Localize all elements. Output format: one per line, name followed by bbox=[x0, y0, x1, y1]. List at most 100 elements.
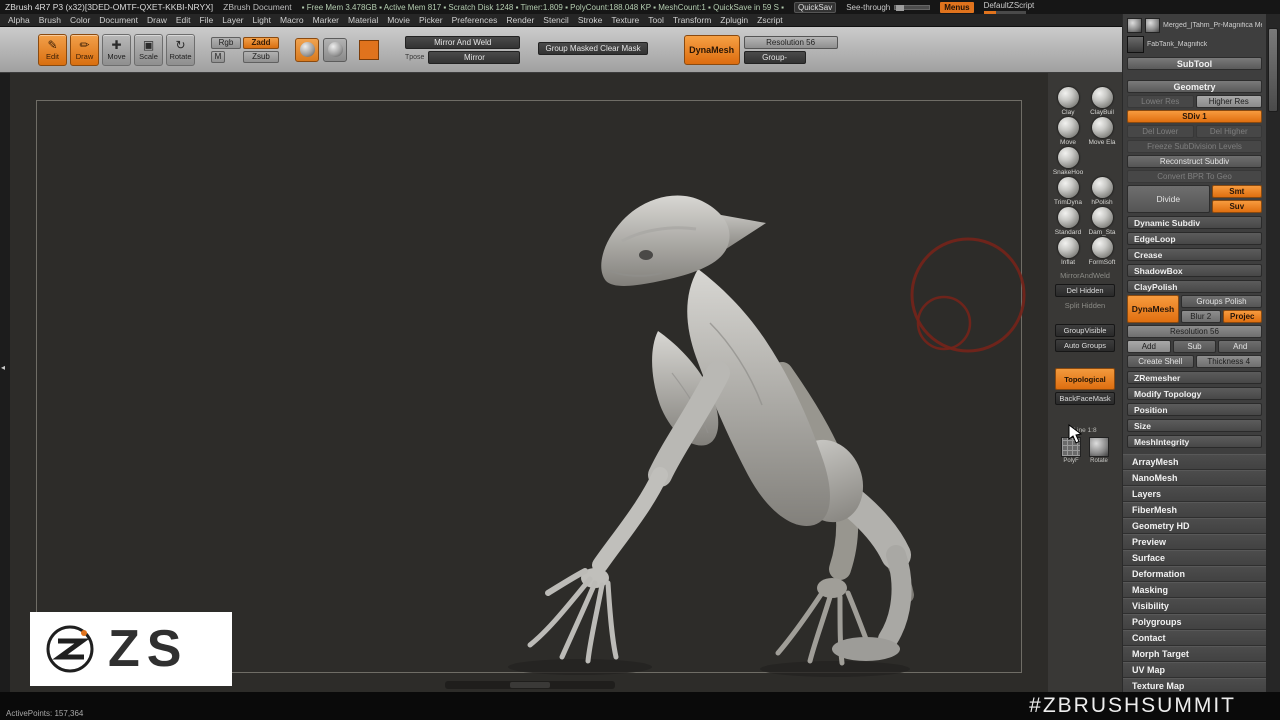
subsection-header[interactable]: ClayPolish bbox=[1127, 280, 1262, 293]
tool-thumbnail[interactable] bbox=[1127, 18, 1142, 33]
zsub-button[interactable]: Zsub bbox=[243, 50, 279, 63]
menu-item[interactable]: Movie bbox=[387, 15, 410, 25]
quicksave-button[interactable]: QuickSav bbox=[793, 1, 837, 13]
subsection-header[interactable]: Crease bbox=[1127, 248, 1262, 261]
brush-thumbnail[interactable]: Move bbox=[1053, 117, 1083, 147]
default-zscript-button[interactable]: DefaultZScript bbox=[984, 1, 1035, 10]
sub-button[interactable]: Sub bbox=[1172, 340, 1217, 353]
smt-toggle[interactable]: Smt bbox=[1211, 185, 1262, 198]
panel-scrollbar[interactable] bbox=[1266, 14, 1280, 692]
rotate-button[interactable]: ↻ Rotate bbox=[166, 33, 195, 66]
subsection-header[interactable]: Size bbox=[1127, 419, 1262, 432]
draw-button[interactable]: ✏ Draw bbox=[70, 33, 99, 66]
local-symmetry-button[interactable] bbox=[295, 37, 319, 62]
dynamesh-button[interactable]: DynaMesh bbox=[683, 34, 740, 65]
canvas-nav-bar[interactable] bbox=[445, 681, 615, 689]
menu-item[interactable]: Draw bbox=[147, 15, 167, 25]
menu-item[interactable]: Stroke bbox=[578, 15, 603, 25]
document-canvas[interactable] bbox=[10, 73, 1048, 692]
menu-item[interactable]: File bbox=[200, 15, 214, 25]
palette-section-row[interactable]: Preview bbox=[1123, 534, 1266, 550]
brush-thumbnail[interactable]: Clay bbox=[1053, 87, 1083, 117]
menu-item[interactable]: Texture bbox=[611, 15, 639, 25]
freeze-subdivision-button[interactable]: Freeze SubDivision Levels bbox=[1127, 140, 1262, 153]
subsection-header[interactable]: ZRemesher bbox=[1127, 371, 1262, 384]
convert-bpr-button[interactable]: Convert BPR To Geo bbox=[1127, 170, 1262, 183]
del-hidden-button[interactable]: Del Hidden bbox=[1055, 284, 1115, 297]
palette-section-row[interactable]: NanoMesh bbox=[1123, 470, 1266, 486]
mirror-and-weld-button[interactable]: Mirror And Weld bbox=[405, 35, 521, 49]
backface-mask-button[interactable]: BackFaceMask bbox=[1055, 392, 1115, 405]
dynamesh-resolution-slider[interactable]: Resolution 56 bbox=[1127, 325, 1262, 338]
lower-res-button[interactable]: Lower Res bbox=[1127, 95, 1194, 108]
palette-section-row[interactable]: Polygroups bbox=[1123, 614, 1266, 630]
reconstruct-subdiv-button[interactable]: Reconstruct Subdiv bbox=[1127, 155, 1262, 168]
mirror-and-weld-shelf-button[interactable]: MirrorAndWeld bbox=[1055, 269, 1115, 282]
dynamesh-palette-button[interactable]: DynaMesh bbox=[1127, 295, 1179, 323]
menu-item[interactable]: Render bbox=[506, 15, 534, 25]
blur-slider[interactable]: Blur 2 bbox=[1181, 310, 1221, 323]
palette-section-row[interactable]: Texture Map bbox=[1123, 678, 1266, 692]
canvas-nav-handle[interactable] bbox=[510, 682, 550, 688]
higher-res-button[interactable]: Higher Res bbox=[1195, 95, 1262, 108]
brush-thumbnail[interactable]: FormSoft bbox=[1087, 237, 1117, 267]
palette-section-row[interactable]: Contact bbox=[1123, 630, 1266, 646]
group-minus-button[interactable]: Group- bbox=[743, 50, 806, 64]
brush-thumbnail[interactable]: TrimDyna bbox=[1053, 177, 1083, 207]
brush-thumbnail[interactable]: ClayBuil bbox=[1087, 87, 1117, 117]
zadd-button[interactable]: Zadd bbox=[243, 36, 279, 49]
groups-polish-button[interactable]: Groups Polish bbox=[1181, 295, 1262, 308]
menu-item[interactable]: Edit bbox=[176, 15, 191, 25]
menu-item[interactable]: Layer bbox=[222, 15, 243, 25]
resolution-slider[interactable]: Resolution 56 bbox=[743, 35, 838, 49]
subsection-header[interactable]: Modify Topology bbox=[1127, 387, 1262, 400]
subsection-header[interactable]: Dynamic Subdiv bbox=[1127, 216, 1262, 229]
brush-thumbnail[interactable]: hPolish bbox=[1087, 177, 1117, 207]
del-lower-button[interactable]: Del Lower bbox=[1127, 125, 1194, 138]
thickness-slider[interactable]: Thickness 4 bbox=[1195, 355, 1262, 368]
palette-section-row[interactable]: Geometry HD bbox=[1123, 518, 1266, 534]
mirror-button[interactable]: Mirror bbox=[428, 50, 521, 64]
geometry-section-header[interactable]: Geometry bbox=[1127, 80, 1262, 93]
menus-button[interactable]: Menus bbox=[940, 1, 974, 13]
tray-collapse-icon[interactable]: ◂ bbox=[1, 363, 5, 372]
menu-item[interactable]: Zscript bbox=[757, 15, 783, 25]
menu-item[interactable]: Marker bbox=[313, 15, 339, 25]
palette-section-row[interactable]: Visibility bbox=[1123, 598, 1266, 614]
subsection-header[interactable]: EdgeLoop bbox=[1127, 232, 1262, 245]
subtool-section-header[interactable]: SubTool bbox=[1127, 57, 1262, 70]
menu-item[interactable]: Preferences bbox=[452, 15, 498, 25]
menu-item[interactable]: Tool bbox=[648, 15, 664, 25]
split-hidden-button[interactable]: Split Hidden bbox=[1055, 299, 1115, 312]
menu-item[interactable]: Picker bbox=[419, 15, 443, 25]
see-through-slider[interactable] bbox=[894, 4, 931, 11]
panel-scrollbar-handle[interactable] bbox=[1268, 28, 1278, 112]
palette-section-row[interactable]: UV Map bbox=[1123, 662, 1266, 678]
mrgb-button[interactable]: M bbox=[211, 50, 225, 63]
move-button[interactable]: ✚ Move bbox=[102, 33, 131, 66]
subsection-header[interactable]: ShadowBox bbox=[1127, 264, 1262, 277]
edit-button[interactable]: ✎ Edit bbox=[38, 33, 67, 66]
subsection-header[interactable]: MeshIntegrity bbox=[1127, 435, 1262, 448]
rgb-button[interactable]: Rgb bbox=[211, 36, 241, 49]
add-button[interactable]: Add bbox=[1127, 340, 1171, 353]
palette-section-row[interactable]: Morph Target bbox=[1123, 646, 1266, 662]
del-higher-button[interactable]: Del Higher bbox=[1195, 125, 1262, 138]
menu-item[interactable]: Alpha bbox=[8, 15, 30, 25]
project-toggle[interactable]: Projec bbox=[1222, 310, 1262, 323]
subsection-header[interactable]: Position bbox=[1127, 403, 1262, 416]
group-masked-clear-mask-button[interactable]: Group Masked Clear Mask bbox=[538, 42, 648, 55]
brush-thumbnail[interactable]: SnakeHoo bbox=[1053, 147, 1083, 177]
brush-thumbnail[interactable]: Standard bbox=[1053, 207, 1083, 237]
scale-button[interactable]: ▣ Scale bbox=[134, 33, 163, 66]
auto-groups-button[interactable]: Auto Groups bbox=[1055, 339, 1115, 352]
see-through-slider-handle[interactable] bbox=[896, 4, 905, 11]
brush-thumbnail[interactable]: Move Ela bbox=[1087, 117, 1117, 147]
create-shell-button[interactable]: Create Shell bbox=[1127, 355, 1194, 368]
default-zscript-slider[interactable] bbox=[983, 10, 1026, 14]
palette-section-row[interactable]: Masking bbox=[1123, 582, 1266, 598]
left-tray-divider[interactable]: ◂ bbox=[0, 73, 10, 692]
subtool-thumbnail[interactable] bbox=[1127, 36, 1144, 53]
menu-item[interactable]: Color bbox=[70, 15, 90, 25]
divide-button[interactable]: Divide bbox=[1127, 185, 1210, 213]
